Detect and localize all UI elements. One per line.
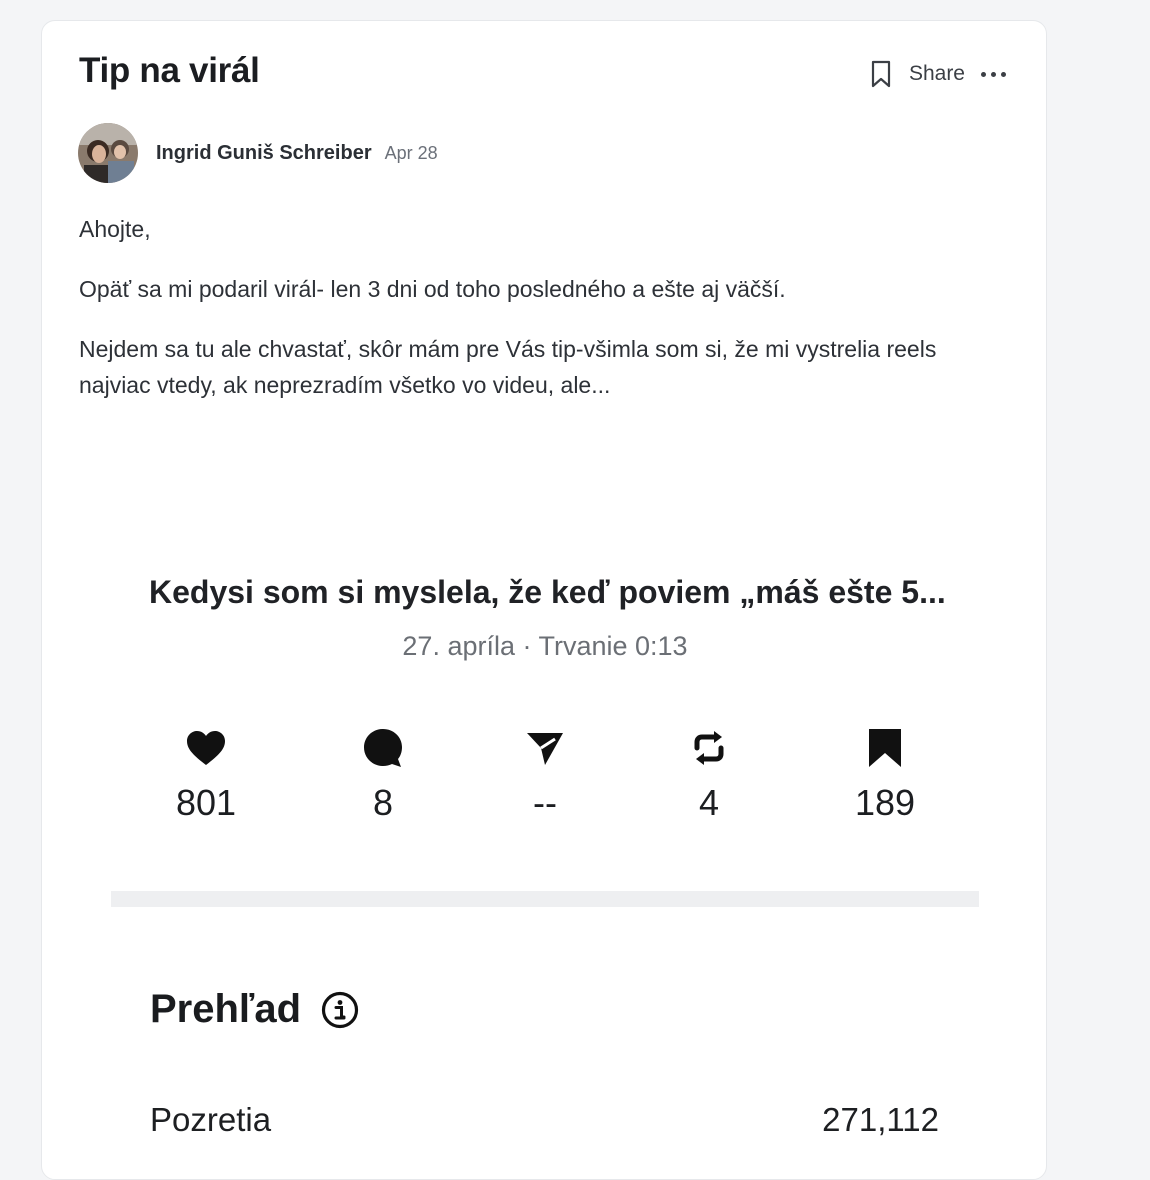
shares-count: -- (533, 782, 557, 823)
info-icon[interactable] (321, 991, 359, 1029)
body-paragraph: Nejdem sa tu ale chvastať, skôr mám pre … (79, 336, 937, 398)
stat-likes: 801 (146, 726, 266, 824)
overview-heading: Prehľad (150, 987, 359, 1032)
post-title: Tip na virál (79, 51, 260, 90)
reel-title: Kedysi som si myslela, že keď poviem „má… (149, 574, 946, 610)
reel-subtitle: 27. apríla · Trvanie 0:13 (402, 631, 688, 661)
views-value: 271,112 (822, 1101, 939, 1138)
likes-count: 801 (175, 782, 237, 823)
stat-comments: 8 (323, 726, 443, 824)
share-button[interactable]: Share (909, 62, 965, 86)
bookmark-icon (871, 60, 891, 88)
greeting-paragraph: Ahojte, (79, 216, 151, 242)
saves-count: 189 (854, 782, 916, 823)
stat-shares: -- (485, 726, 605, 824)
repost-icon (694, 731, 724, 765)
post-body: Ahojte, Opäť sa mi podaril virál- len 3 … (79, 211, 999, 403)
author-name[interactable]: Ingrid Guniš Schreiber (156, 142, 372, 165)
comments-count: 8 (372, 782, 394, 823)
body-paragraph: Opäť sa mi podaril virál- len 3 dni od t… (79, 276, 786, 302)
overview-title: Prehľad (150, 987, 302, 1031)
saved-icon (869, 729, 901, 767)
post-actions: Share (867, 57, 1006, 91)
comment-icon (364, 729, 402, 767)
post-date: Apr 28 (384, 142, 438, 163)
stat-reposts: 4 (649, 726, 769, 824)
author-row: Ingrid Guniš Schreiber Apr 28 (78, 123, 438, 183)
heart-icon (187, 731, 225, 765)
reposts-count: 4 (698, 782, 720, 823)
post-card: Tip na virál Share Ingrid Guniš Schreibe… (41, 20, 1047, 1180)
avatar[interactable] (78, 123, 138, 183)
views-label: Pozretia (150, 1101, 272, 1138)
more-options-icon[interactable] (981, 59, 1006, 89)
stat-saves: 189 (825, 726, 945, 824)
send-icon (527, 733, 563, 765)
divider (111, 891, 979, 907)
bookmark-button[interactable] (867, 58, 895, 90)
